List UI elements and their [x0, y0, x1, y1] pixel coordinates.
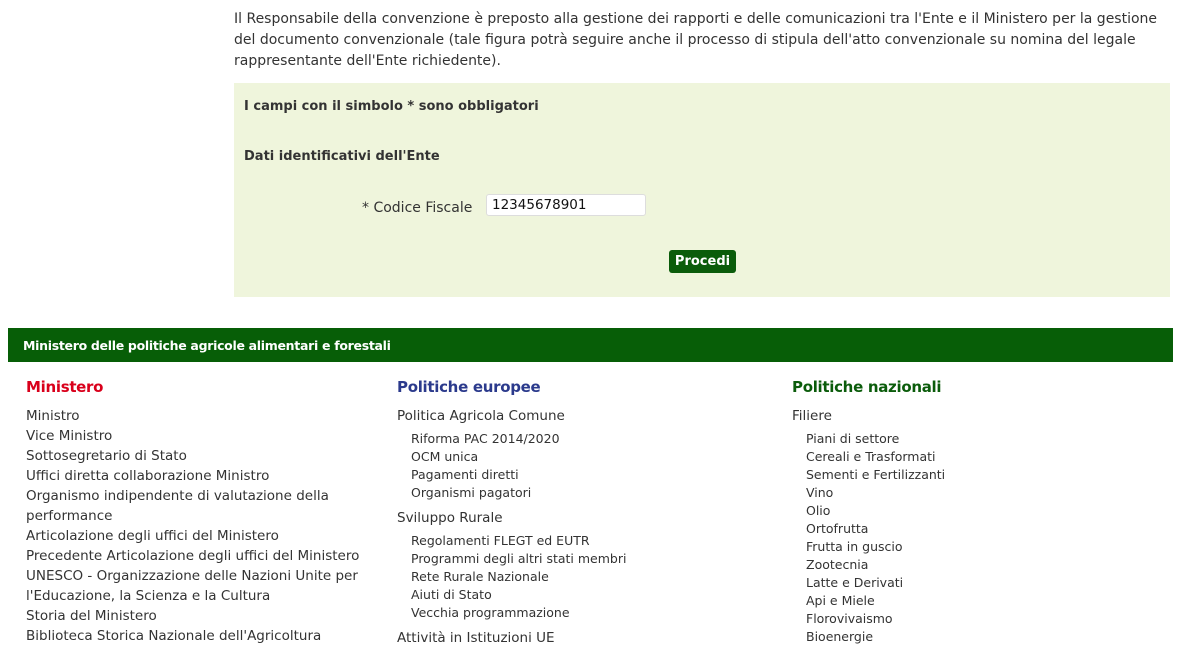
intro-text: Il Responsabile della convenzione è prep…	[234, 11, 1158, 69]
column-heading: Politiche europee	[397, 378, 541, 396]
footer-group-link[interactable]: Filiere	[792, 406, 1162, 426]
codice-fiscale-input[interactable]	[486, 194, 646, 216]
column-heading: Ministero	[26, 378, 104, 396]
footer-column-politiche-europee: Politiche europee Politica Agricola Comun…	[397, 378, 767, 652]
footer-sublink[interactable]: Aiuti di Stato	[397, 586, 767, 604]
footer-sublink[interactable]: Olio	[792, 502, 1162, 520]
footer-sublink[interactable]: Frutta in guscio	[792, 538, 1162, 556]
footer-sublink[interactable]: Bioenergie	[792, 628, 1162, 646]
footer-link[interactable]: Uffici diretta collaborazione Ministro	[26, 466, 376, 486]
footer-sublink[interactable]: Organismi pagatori	[397, 484, 767, 502]
footer-sublink[interactable]: Latte e Derivati	[792, 574, 1162, 592]
footer-link[interactable]: Organismo indipendente di valutazione de…	[26, 486, 376, 526]
footer-sublist: Piani di settore Cereali e Trasformati Sem…	[792, 430, 1162, 646]
section-title: Dati identificativi dell'Ente	[244, 149, 440, 164]
footer-sublink[interactable]: Regolamenti FLEGT ed EUTR	[397, 532, 767, 550]
footer-sublink[interactable]: Pagamenti diretti	[397, 466, 767, 484]
footer-sublist: Regolamenti FLEGT ed EUTR Programmi degli…	[397, 532, 767, 622]
footer-sublink[interactable]: Vino	[792, 484, 1162, 502]
footer-sublist: Riforma PAC 2014/2020 OCM unica Pagamenti …	[397, 430, 767, 502]
footer-sublink[interactable]: Cereali e Trasformati	[792, 448, 1162, 466]
footer-link[interactable]: Precedente Articolazione degli uffici de…	[26, 546, 376, 566]
footer-group-link[interactable]: Sviluppo Rurale	[397, 508, 767, 528]
footer-sublink[interactable]: OCM unica	[397, 448, 767, 466]
procedi-button[interactable]: Procedi	[669, 250, 736, 273]
footer-link[interactable]: Vice Ministro	[26, 426, 376, 446]
footer-sublink[interactable]: Vecchia programmazione	[397, 604, 767, 622]
column-heading: Politiche nazionali	[792, 378, 942, 396]
footer-group-link[interactable]: Politica Agricola Comune	[397, 406, 767, 426]
codice-fiscale-label: * Codice Fiscale	[362, 200, 473, 216]
footer-link[interactable]: Ministro	[26, 406, 376, 426]
footer-sublink[interactable]: Ortofrutta	[792, 520, 1162, 538]
footer-link[interactable]: Sottosegretario di Stato	[26, 446, 376, 466]
footer-column-ministero: Ministero Ministro Vice Ministro Sottosegre…	[26, 378, 376, 646]
footer-sublink[interactable]: Api e Miele	[792, 592, 1162, 610]
footer-link[interactable]: Articolazione degli uffici del Ministero	[26, 526, 376, 546]
footer-sublink[interactable]: Florovivaismo	[792, 610, 1162, 628]
footer-link[interactable]: Storia del Ministero	[26, 606, 376, 626]
footer-bar: Ministero delle politiche agricole alime…	[8, 328, 1173, 362]
footer-link[interactable]: Biblioteca Storica Nazionale dell'Agrico…	[26, 626, 376, 646]
footer-sublink[interactable]: Sementi e Fertilizzanti	[792, 466, 1162, 484]
footer-sublink[interactable]: Riforma PAC 2014/2020	[397, 430, 767, 448]
footer-group-link[interactable]: Attività in Istituzioni UE	[397, 628, 767, 648]
footer-link[interactable]: UNESCO - Organizzazione delle Nazioni Un…	[26, 566, 376, 606]
footer-sublink[interactable]: Zootecnia	[792, 556, 1162, 574]
required-note: I campi con il simbolo * sono obbligator…	[244, 99, 539, 114]
footer-sublink[interactable]: Programmi degli altri stati membri	[397, 550, 767, 568]
form-panel: I campi con il simbolo * sono obbligator…	[234, 83, 1170, 297]
footer-sublink[interactable]: Piani di settore	[792, 430, 1162, 448]
footer-sublink[interactable]: Rete Rurale Nazionale	[397, 568, 767, 586]
footer-column-politiche-nazionali: Politiche nazionali Filiere Piani di setto…	[792, 378, 1162, 652]
